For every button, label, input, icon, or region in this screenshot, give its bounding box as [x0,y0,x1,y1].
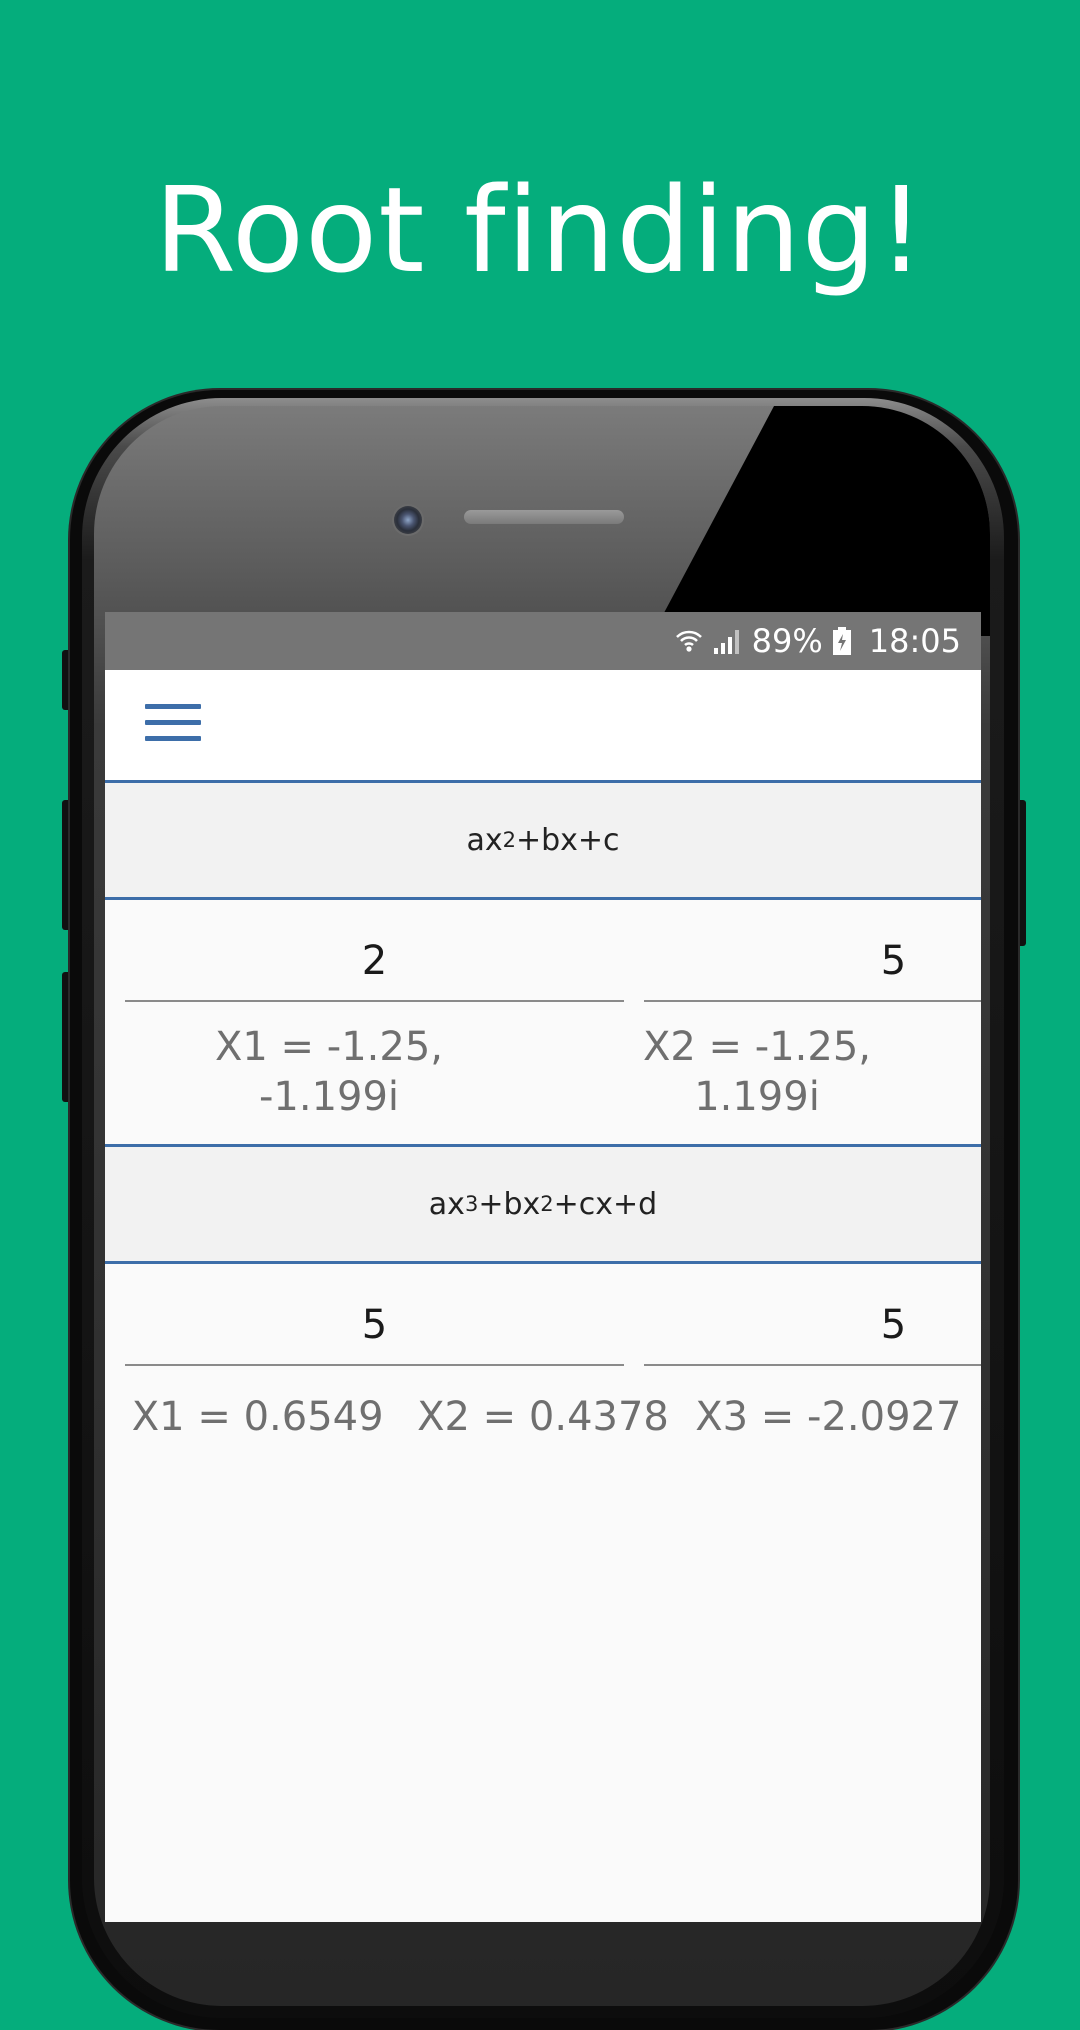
quadratic-inputs-row [105,922,981,1002]
battery-percent: 89% [751,622,823,660]
quadratic-equation-header[interactable]: ax 2 +bx+c [105,783,981,900]
cubic-root-x2: X2 = 0.4378 [417,1394,669,1440]
quadratic-coef-a-input[interactable] [125,922,624,1002]
earpiece-speaker [464,510,624,524]
cubic-equation-header[interactable]: ax 3 +bx 2 +cx+d [105,1147,981,1264]
quadratic-root-x2-line2: 1.199i [694,1074,820,1120]
status-bar: 89% 18:05 [105,612,981,670]
quadratic-root-x1-line1: X1 = -1.25, [214,1024,443,1070]
app-screen: 89% 18:05 ax2+bx+c X1 = -1.25, -1.199i [105,612,981,1922]
cubic-term-3: +cx+d [553,1186,658,1222]
app-toolbar [105,670,981,783]
cubic-coef-a-input[interactable] [125,1286,624,1366]
quadratic-exponent-2: 2 [502,828,516,852]
cubic-root-x3: X3 = -2.0927 [695,1394,962,1440]
quadratic-root-x2: X2 = -1.25, 1.199i [543,1022,971,1144]
promo-title: Root finding! [154,161,926,299]
hamburger-menu-icon[interactable] [145,700,203,750]
quadratic-term-2: +bx+c [515,822,620,858]
status-time: 18:05 [868,622,961,660]
battery-charging-icon [831,626,853,656]
quadratic-term-1: ax [466,822,503,858]
cubic-term-2: +bx [478,1186,541,1222]
cubic-inputs-row: 3 [105,1286,981,1366]
quadratic-results-row: X1 = -1.25, -1.199i X2 = -1.25, 1.199i [105,1022,981,1144]
signal-icon [712,626,744,656]
front-camera [394,506,422,534]
quadratic-root-x1-line2: -1.199i [258,1074,400,1120]
phone-glare [651,406,990,636]
cubic-coef-b-input[interactable] [644,1286,981,1366]
quadratic-root-x2-line1: X2 = -1.25, [642,1024,871,1070]
cubic-root-x1: X1 = 0.6549 [131,1394,384,1440]
quadratic-root-x1: X1 = -1.25, -1.199i [115,1022,543,1144]
cubic-exponent-3: 3 [464,1192,479,1216]
quadratic-coef-b-input[interactable] [644,922,981,1002]
cubic-term-1: ax [428,1186,465,1222]
cubic-exponent-2: 2 [540,1192,554,1216]
cubic-results-row: X1 = 0.6549 X2 = 0.4378 X3 = -2.0927 [105,1392,981,1442]
wifi-icon [674,626,704,656]
